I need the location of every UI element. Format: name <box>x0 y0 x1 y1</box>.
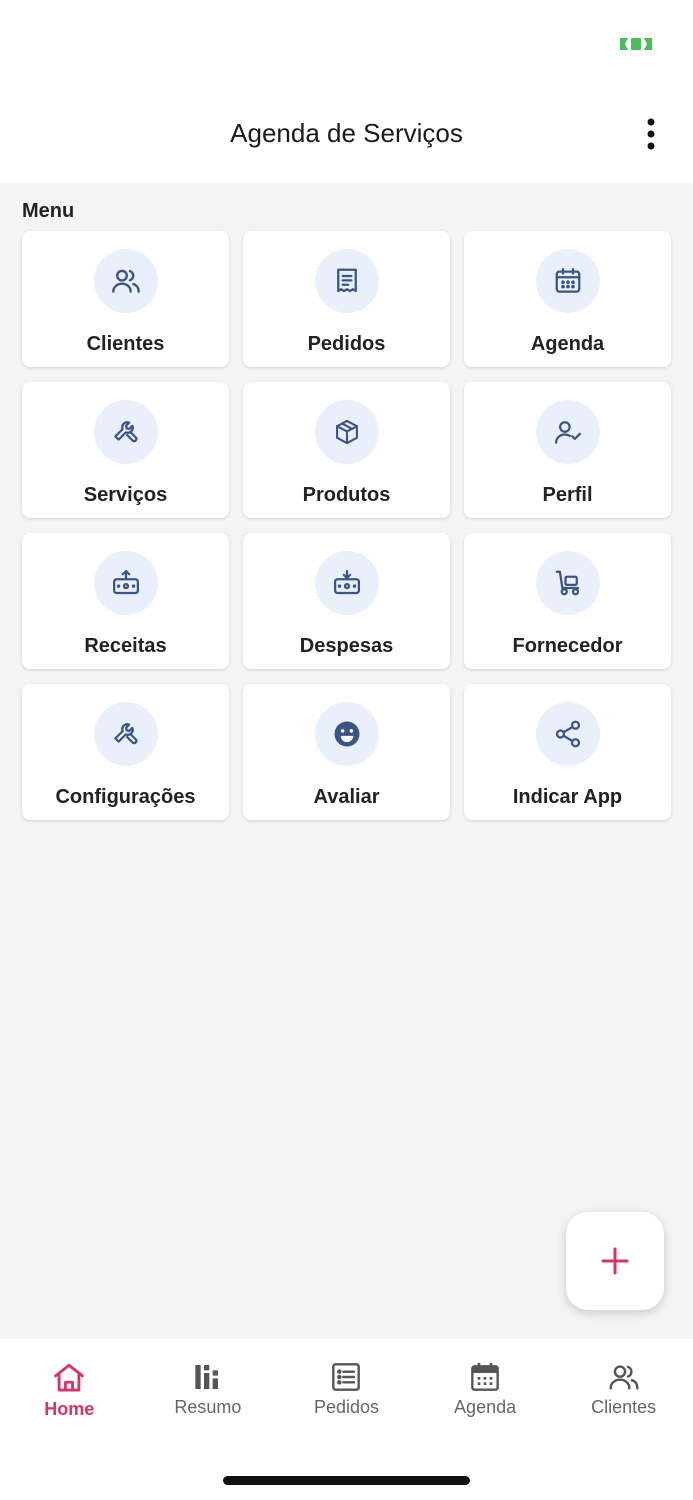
home-indicator[interactable] <box>223 1476 470 1485</box>
tile-icon-circle <box>314 249 379 313</box>
tile-label: Configurações <box>55 786 196 808</box>
app-header: Agenda de Serviços <box>0 90 693 183</box>
more-options-button[interactable] <box>629 112 673 156</box>
share-icon <box>555 720 580 748</box>
app-screen: Agenda de Serviços Menu Clientes Pedidos… <box>0 0 693 1500</box>
bottom-navigation: Home Resumo Pedidos Agenda Clientes <box>0 1339 693 1500</box>
calendar-icon <box>471 1363 499 1391</box>
tile-icon-circle <box>314 702 379 766</box>
nav-label: Home <box>44 1399 95 1419</box>
menu-tile-receitas[interactable]: Receitas <box>22 533 229 669</box>
menu-tile-fornecedor[interactable]: Fornecedor <box>464 533 671 669</box>
home-icon <box>54 1363 85 1392</box>
menu-tile-produtos[interactable]: Produtos <box>243 382 450 518</box>
menu-section-label: Menu <box>22 200 75 222</box>
tile-icon-circle <box>314 551 379 615</box>
tile-label: Receitas <box>84 635 167 657</box>
nav-label: Pedidos <box>313 1397 380 1417</box>
tile-icon-circle <box>93 551 158 615</box>
smile-icon <box>334 721 359 747</box>
hand-truck-icon <box>555 570 579 596</box>
list-icon <box>332 1363 361 1391</box>
tile-icon-circle <box>535 702 600 766</box>
menu-tile-pedidos[interactable]: Pedidos <box>243 231 450 367</box>
tile-label: Fornecedor <box>512 635 623 657</box>
cash-in-icon <box>112 570 139 595</box>
tools-icon <box>113 421 137 443</box>
tile-icon-circle <box>93 702 158 766</box>
users-icon <box>111 269 140 293</box>
battery-status-icon <box>620 38 652 50</box>
nav-label: Resumo <box>174 1397 242 1417</box>
tile-label: Avaliar <box>313 786 380 808</box>
tile-icon-circle <box>535 551 600 615</box>
calendar-icon <box>555 268 580 293</box>
tile-icon-circle <box>535 400 600 464</box>
nav-label: Agenda <box>454 1397 517 1417</box>
status-bar <box>0 0 693 90</box>
nav-item-clientes[interactable]: Clientes <box>554 1339 693 1429</box>
tile-icon-circle <box>93 249 158 313</box>
more-vertical-icon <box>647 118 655 150</box>
tile-label: Pedidos <box>307 333 386 355</box>
menu-tile-perfil[interactable]: Perfil <box>464 382 671 518</box>
tile-label: Indicar App <box>512 786 623 808</box>
menu-tile-clientes[interactable]: Clientes <box>22 231 229 367</box>
plus-icon <box>601 1247 629 1275</box>
nav-label: Clientes <box>591 1397 657 1417</box>
cash-out-icon <box>333 570 360 595</box>
tile-label: Perfil <box>542 484 593 506</box>
menu-tile-indicar-app[interactable]: Indicar App <box>464 684 671 820</box>
menu-grid: Clientes Pedidos Agenda Serviços Produto… <box>22 231 672 820</box>
chart-icon <box>195 1365 218 1389</box>
settings-tools-icon <box>113 723 137 745</box>
menu-tile-configuracoes[interactable]: Configurações <box>22 684 229 820</box>
tile-label: Produtos <box>302 484 391 506</box>
tile-label: Serviços <box>83 484 168 506</box>
tile-label: Clientes <box>86 333 165 355</box>
menu-tile-despesas[interactable]: Despesas <box>243 533 450 669</box>
add-fab-button[interactable] <box>566 1212 664 1310</box>
nav-item-home[interactable]: Home <box>0 1339 139 1429</box>
menu-tile-servicos[interactable]: Serviços <box>22 382 229 518</box>
tile-icon-circle <box>535 249 600 313</box>
nav-item-agenda[interactable]: Agenda <box>416 1339 555 1429</box>
menu-tile-agenda[interactable]: Agenda <box>464 231 671 367</box>
user-check-icon <box>554 421 581 444</box>
users-icon <box>609 1365 639 1390</box>
receipt-icon <box>336 268 357 293</box>
tile-label: Despesas <box>299 635 394 657</box>
page-title: Agenda de Serviços <box>230 118 463 148</box>
menu-tile-avaliar[interactable]: Avaliar <box>243 684 450 820</box>
tile-icon-circle <box>314 400 379 464</box>
nav-item-resumo[interactable]: Resumo <box>139 1339 278 1429</box>
nav-item-pedidos[interactable]: Pedidos <box>277 1339 416 1429</box>
tile-icon-circle <box>93 400 158 464</box>
box-icon <box>335 419 358 445</box>
tile-label: Agenda <box>530 333 605 355</box>
